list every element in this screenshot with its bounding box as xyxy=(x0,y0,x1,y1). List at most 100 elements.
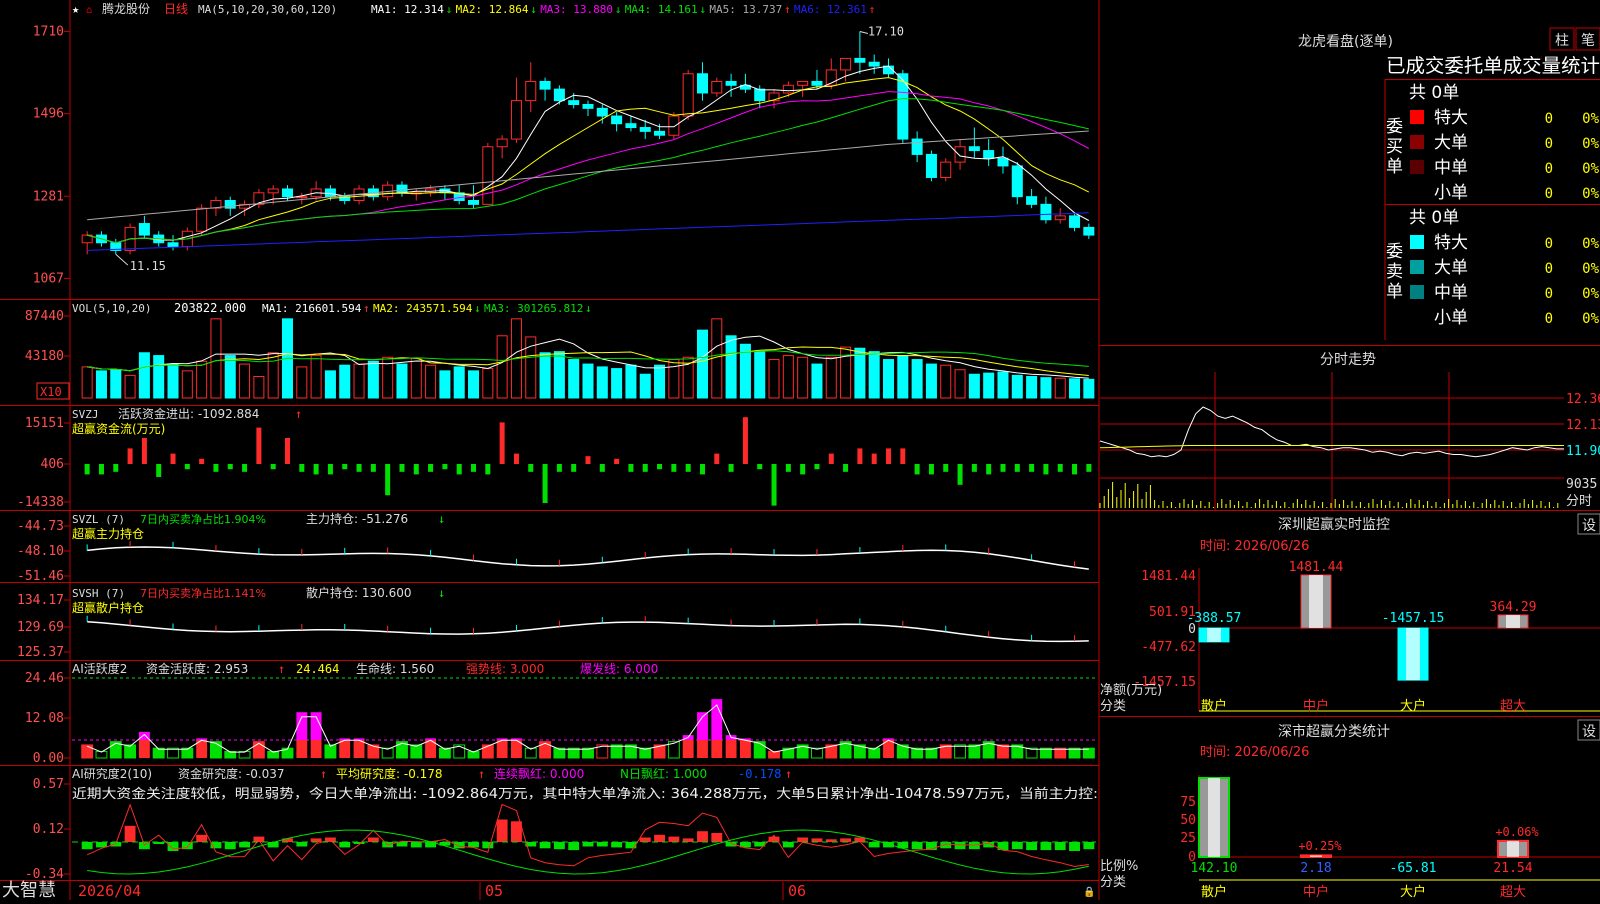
svzj-bar xyxy=(843,464,849,472)
ai2-bar xyxy=(81,842,93,850)
ai2-e: -0.178 xyxy=(738,767,781,781)
order-row-name: 特大 xyxy=(1434,233,1468,253)
volume-bar xyxy=(539,352,551,399)
ma-legend-arrow: ↓ xyxy=(699,3,706,16)
vol-ma-arrow: ↓ xyxy=(474,302,481,315)
svzj-bar xyxy=(542,464,548,503)
vol-ma-value: MA1: 216601.594 xyxy=(262,302,362,315)
candle-body xyxy=(539,80,551,90)
volume-bar xyxy=(1083,378,1095,399)
candle-body xyxy=(611,115,623,125)
candle-body xyxy=(682,73,694,117)
ma-legend-value: MA3: 13.880 xyxy=(540,3,613,16)
svzj-line1: 活跃资金进出: -1092.884 xyxy=(118,406,259,421)
y-tick-label: -14338 xyxy=(17,495,64,510)
monitor-category-label: 中户 xyxy=(1303,698,1329,714)
volume-bar xyxy=(482,368,494,399)
svzj-bar xyxy=(928,464,934,475)
lock-icon[interactable]: 🔒 xyxy=(1083,886,1095,898)
ai1-bar-base xyxy=(296,740,308,758)
volume-bar xyxy=(911,359,923,399)
ai1-bar xyxy=(252,741,265,759)
monitor-value-label: -388.57 xyxy=(1187,611,1242,626)
svzj-bar xyxy=(270,464,276,470)
order-row-count: 0 xyxy=(1545,261,1553,277)
volume-bar xyxy=(782,355,794,399)
svzj-bar xyxy=(413,464,419,475)
app-logo[interactable]: 大智慧 xyxy=(2,880,56,901)
y-tick-label: 0.12 xyxy=(33,822,64,837)
intraday-vol-label: 分时 xyxy=(1566,494,1592,509)
volume-bar xyxy=(468,370,480,399)
order-total: 共 0单 xyxy=(1409,83,1459,103)
candle-body xyxy=(596,107,608,117)
ai1-bar-top xyxy=(196,738,208,740)
svzj-bar xyxy=(900,448,906,464)
candle-body xyxy=(468,200,480,205)
ai1-name: AI活跃度2 xyxy=(72,661,127,676)
y-tick-label: 12.08 xyxy=(25,711,64,726)
svzj-bar xyxy=(199,458,205,464)
volume-bar xyxy=(439,370,451,399)
monitor-y-label: 1481.44 xyxy=(1141,569,1196,584)
y-tick-label: -44.73 xyxy=(17,519,64,534)
vol-ma-arrow: ↓ xyxy=(585,302,592,315)
svzj-bar xyxy=(284,438,290,464)
svzj-bar xyxy=(1057,464,1063,472)
ai2-bar xyxy=(310,838,322,842)
candle-body xyxy=(396,184,408,194)
volume-bar xyxy=(553,351,565,399)
volume-bar xyxy=(167,363,179,399)
ai2-bar xyxy=(1054,842,1066,851)
ai1-b: 24.464 xyxy=(296,662,339,676)
order-row-count: 0 xyxy=(1545,311,1553,327)
ai2-bar xyxy=(811,838,823,842)
ai2-bar xyxy=(682,838,694,842)
order-color-swatch xyxy=(1410,260,1424,274)
ai2-bar xyxy=(124,825,136,842)
stats-category-label: 超大 xyxy=(1500,885,1526,900)
period-label[interactable]: 日线 xyxy=(164,2,188,16)
monitor-category-label: 散户 xyxy=(1201,698,1227,714)
ai2-bar xyxy=(1083,842,1095,850)
svzj-bar xyxy=(957,464,963,485)
volume-bar xyxy=(925,363,937,399)
volume-bar xyxy=(983,372,995,399)
svzj-bar xyxy=(1086,464,1092,472)
volume-bar xyxy=(324,370,336,399)
ma-prefix: MA(5,10,20,30,60,120) xyxy=(198,3,337,16)
volume-bar xyxy=(239,363,251,399)
ai2-bar xyxy=(410,842,422,848)
stats-title: 深市超赢分类统计 xyxy=(1278,723,1390,740)
svzj-bar xyxy=(1072,464,1078,475)
volume-bar xyxy=(339,364,351,399)
svzj-bar xyxy=(628,464,634,472)
svzj-bar xyxy=(742,417,748,464)
ai2-bar xyxy=(496,819,508,842)
ai1-bar-top xyxy=(883,738,894,740)
volume-bar xyxy=(1026,376,1038,399)
candle-body xyxy=(997,157,1009,167)
monitor-y-label: -477.62 xyxy=(1141,640,1196,655)
stats-pct-label: +0.06% xyxy=(1495,825,1539,839)
volume-bar xyxy=(253,376,265,399)
lhb-header: 已成交委托单成交量统计 xyxy=(1386,55,1600,77)
volume-bar xyxy=(296,366,308,399)
ai2-comment: 近期大资金关注度较低，明显弱势，今日大单净流出: -1092.864万元，其中特… xyxy=(72,786,1098,802)
ai1-bar xyxy=(997,744,1009,759)
candle-body xyxy=(811,80,823,86)
ai2-bar xyxy=(453,842,465,849)
volume-bar xyxy=(897,355,909,399)
candle-body xyxy=(897,73,909,140)
order-row-count: 0 xyxy=(1545,161,1553,177)
order-color-swatch xyxy=(1410,110,1424,124)
candle-body xyxy=(324,188,336,198)
svsh-line1: 散户持仓: 130.600 xyxy=(306,585,411,600)
volume-bar xyxy=(367,360,379,399)
candle-body xyxy=(582,103,594,109)
svzj-bar xyxy=(127,448,133,464)
ai2-bar xyxy=(797,837,809,842)
stock-name[interactable]: 腾龙股份 xyxy=(102,1,150,16)
vol-title: VOL(5,10,20) xyxy=(72,302,151,315)
ai1-bar-base xyxy=(725,740,737,758)
